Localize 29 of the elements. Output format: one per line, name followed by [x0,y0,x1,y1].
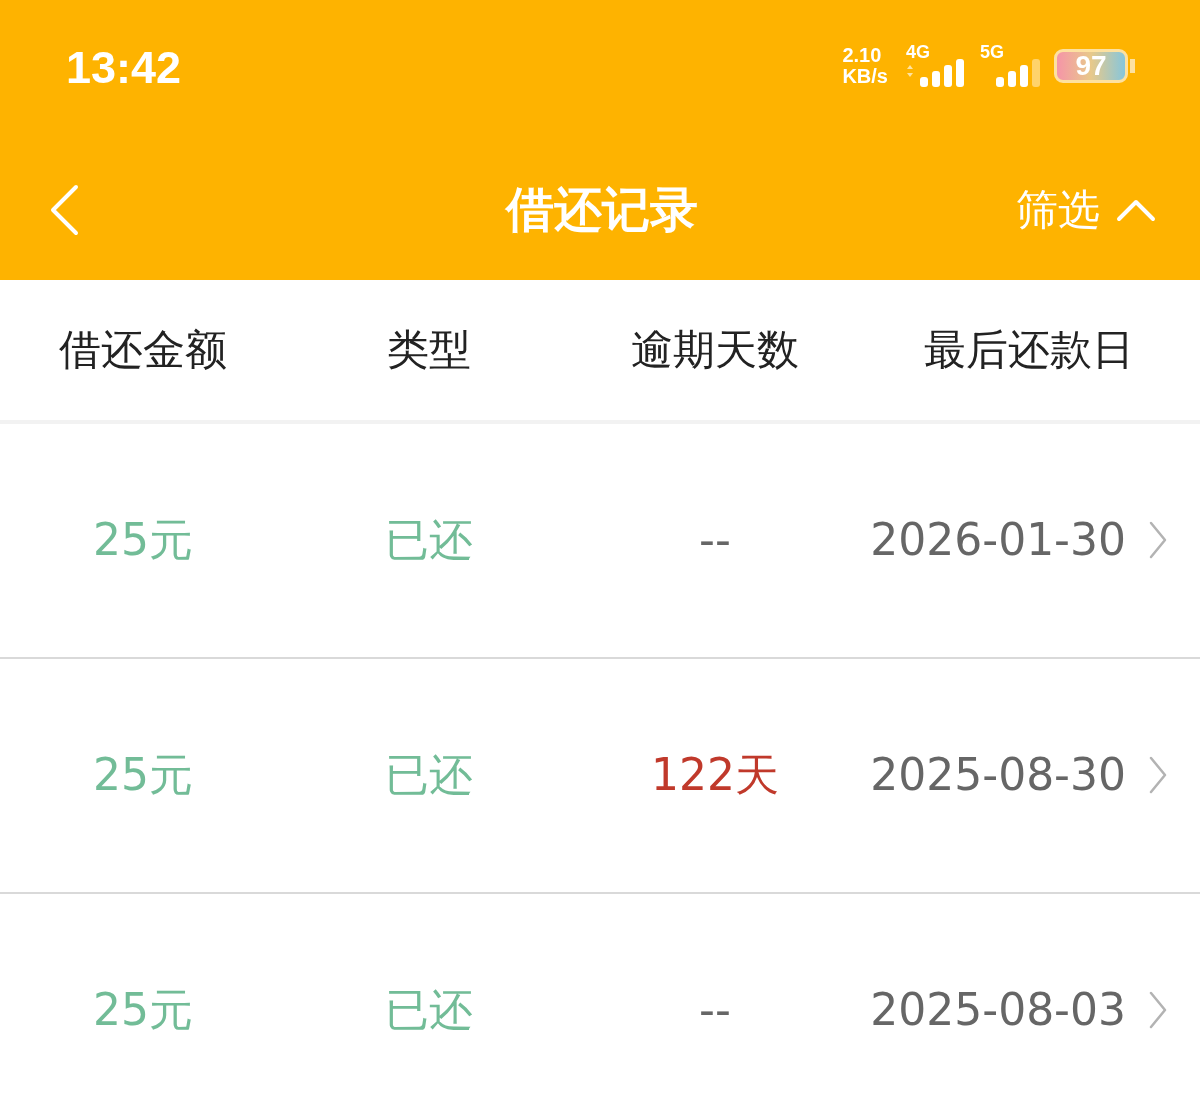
speed-value: 2.10 [842,45,883,66]
column-header: 逾期天数 [631,324,799,376]
type-text: 已还 [385,984,473,1037]
network-type-label: 4G [906,43,930,61]
amount-text: 25元 [93,749,193,802]
chevron-right-icon[interactable] [1148,755,1168,796]
type-text: 已还 [385,514,473,567]
filter-button[interactable]: 筛选 [1016,184,1156,236]
due-date-text: 2026-01-30 [870,514,1126,567]
page-title: 借还记录 [506,181,698,239]
back-icon [48,184,80,236]
chevron-right-icon[interactable] [1148,990,1168,1031]
overdue-days-text: -- [699,984,731,1037]
back-button[interactable] [48,184,80,236]
column-header: 最后还款日 [924,324,1134,376]
due-date-text: 2025-08-03 [870,984,1126,1037]
overdue-days-text: 122天 [651,749,779,802]
status-time: 13:42 [66,44,182,95]
amount-text: 25元 [93,984,193,1037]
speed-unit: KB/s [842,66,888,87]
column-header: 类型 [387,324,471,376]
amount-text: 25元 [93,514,193,567]
battery-percentage: 97 [1054,49,1128,83]
chevron-right-icon[interactable] [1148,520,1168,561]
due-date-text: 2025-08-30 [870,749,1126,802]
overdue-days-text: -- [699,514,731,567]
type-text: 已还 [385,749,473,802]
column-header: 借还金额 [59,324,227,376]
network-type-label: 5G [980,43,1004,61]
